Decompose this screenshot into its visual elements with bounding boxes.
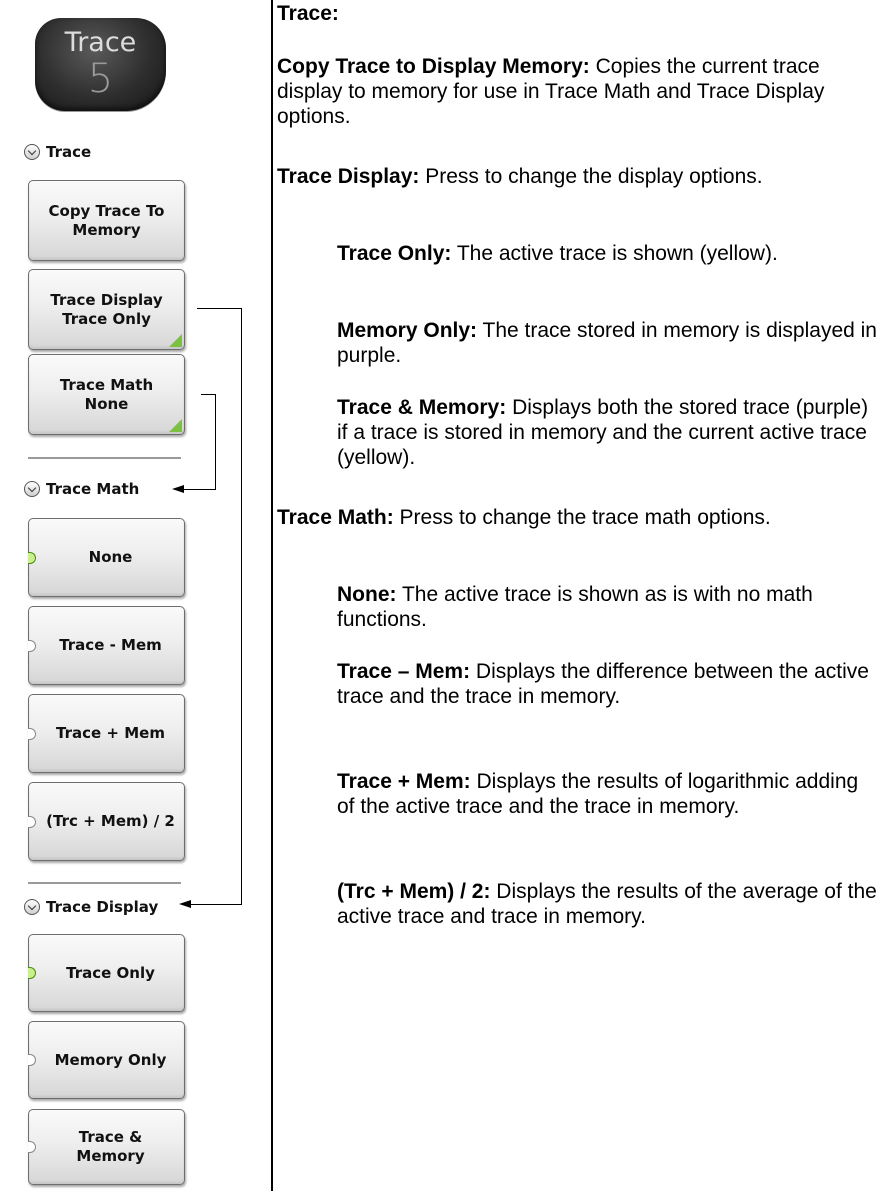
- desc-trc-mem-average: (Trc + Mem) / 2: Displays the results of…: [337, 879, 877, 929]
- desc-copy-trace: Copy Trace to Display Memory: Copies the…: [277, 54, 872, 129]
- submenu-indicator-icon: [169, 419, 182, 432]
- trace-display-button[interactable]: Trace Display Trace Only: [28, 269, 185, 350]
- menu-separator: [28, 882, 181, 884]
- column-divider: [271, 0, 273, 1191]
- trace-math-none-button[interactable]: None: [28, 518, 185, 597]
- desc-trace-only: Trace Only: The active trace is shown (y…: [337, 241, 877, 266]
- desc-term: Trace Display:: [277, 165, 420, 188]
- trace-plus-mem-button[interactable]: Trace + Mem: [28, 694, 185, 773]
- selected-indicator-icon: [28, 551, 36, 564]
- key-label: Trace - Mem: [59, 636, 162, 654]
- submenu-indicator-icon: [169, 334, 182, 347]
- copy-trace-to-memory-button[interactable]: Copy Trace To Memory: [28, 180, 185, 261]
- desc-text: The active trace is shown as is with no …: [337, 583, 813, 631]
- selected-indicator-icon: [28, 967, 36, 979]
- desc-term: (Trc + Mem) / 2:: [337, 880, 491, 903]
- desc-term: Trace Math:: [277, 506, 394, 529]
- desc-trace-plus-mem: Trace + Mem: Displays the results of log…: [337, 769, 877, 819]
- unselected-indicator-icon: [28, 1054, 36, 1066]
- key-line-1: Trace &: [78, 1128, 143, 1146]
- hard-key-label: Trace: [64, 27, 137, 58]
- connector-line: [190, 904, 242, 905]
- key-line-1: Trace Display: [50, 290, 163, 309]
- desc-text: The active trace is shown (yellow).: [451, 242, 778, 265]
- memory-only-button[interactable]: Memory Only: [28, 1021, 185, 1099]
- key-label: Trace + Mem: [56, 724, 165, 742]
- key-line-2: Trace Only: [62, 309, 151, 328]
- trace-and-memory-button[interactable]: Trace & Memory: [28, 1109, 185, 1185]
- menu-heading-label: Trace Math: [46, 480, 140, 498]
- key-label: None: [88, 548, 133, 566]
- desc-term: Trace – Mem:: [337, 660, 471, 683]
- connector-line: [201, 394, 215, 395]
- key-label: Memory Only: [54, 1050, 167, 1069]
- trace-minus-mem-button[interactable]: Trace - Mem: [28, 606, 185, 685]
- desc-text: Press to change the display options.: [419, 165, 763, 188]
- desc-memory-only: Memory Only: The trace stored in memory …: [337, 318, 877, 368]
- arrow-left-icon: [172, 485, 184, 493]
- key-label: (Trc + Mem) / 2: [46, 812, 175, 830]
- trace-hard-key[interactable]: Trace 5: [35, 18, 166, 111]
- menu-separator: [28, 457, 181, 459]
- connector-line: [241, 308, 242, 904]
- menu-heading-trace-math: Trace Math: [24, 478, 139, 500]
- chevron-down-icon: [24, 899, 40, 915]
- desc-term: Copy Trace to Display Memory:: [277, 55, 590, 78]
- menu-heading-label: Trace Display: [46, 898, 159, 916]
- trc-mem-average-button[interactable]: (Trc + Mem) / 2: [28, 782, 185, 861]
- menu-heading-label: Trace: [46, 143, 92, 161]
- desc-trace-math: Trace Math: Press to change the trace ma…: [277, 505, 872, 530]
- unselected-indicator-icon: [28, 639, 36, 652]
- desc-term: Trace & Memory:: [337, 396, 507, 419]
- desc-term: Memory Only:: [337, 319, 478, 342]
- key-line-1: Trace Math: [59, 375, 154, 394]
- unselected-indicator-icon: [28, 727, 36, 740]
- key-label: Trace Only: [66, 963, 155, 982]
- connector-line: [184, 489, 216, 490]
- unselected-indicator-icon: [28, 815, 36, 828]
- section-heading: Trace:: [277, 2, 339, 25]
- menu-heading-trace: Trace: [24, 141, 91, 163]
- desc-trace-and-memory: Trace & Memory: Displays both the stored…: [337, 395, 877, 470]
- unselected-indicator-icon: [28, 1141, 36, 1153]
- arrow-left-icon: [179, 900, 191, 908]
- desc-term: Trace Only:: [337, 242, 452, 265]
- desc-term: None:: [337, 583, 397, 606]
- desc-none: None: The active trace is shown as is wi…: [337, 582, 877, 632]
- key-line-2: None: [84, 394, 129, 413]
- trace-only-button[interactable]: Trace Only: [28, 934, 185, 1012]
- desc-trace-minus-mem: Trace – Mem: Displays the difference bet…: [337, 659, 877, 709]
- trace-math-button[interactable]: Trace Math None: [28, 354, 185, 435]
- desc-text: Press to change the trace math options.: [393, 506, 771, 529]
- chevron-down-icon: [24, 481, 40, 497]
- key-line-2: Memory: [72, 220, 141, 239]
- connector-line: [197, 308, 241, 309]
- hard-key-number: 5: [87, 56, 114, 102]
- key-line-1: Copy Trace To: [48, 201, 165, 220]
- menu-heading-trace-display: Trace Display: [24, 896, 158, 918]
- connector-line: [215, 394, 216, 490]
- key-line-2: Memory: [76, 1147, 145, 1165]
- desc-trace-display: Trace Display: Press to change the displ…: [277, 164, 872, 189]
- desc-term: Trace + Mem:: [337, 770, 471, 793]
- chevron-down-icon: [24, 144, 40, 160]
